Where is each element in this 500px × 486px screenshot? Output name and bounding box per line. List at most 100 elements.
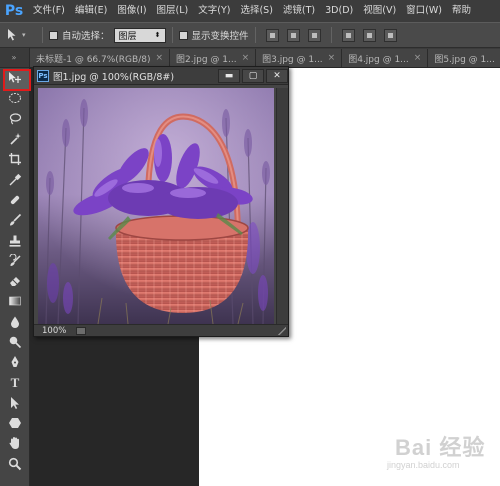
eraser-tool-icon [10, 277, 20, 287]
tab-image-4[interactable]: 图4.jpg @ 1... × [342, 49, 429, 67]
gradient-tool[interactable] [0, 291, 30, 311]
align-vcenter-icon[interactable] [286, 28, 300, 42]
marquee-tool-icon [9, 93, 21, 104]
tab-label: 图2.jpg @ 1... [176, 54, 237, 65]
minimize-button[interactable]: ▬ [218, 68, 240, 83]
options-bar: ▾ 自动选择： 图层 ⬍ 显示变换控件 [0, 22, 500, 48]
maximize-button[interactable]: ▢ [242, 68, 264, 83]
baidu-watermark: Bai 经验 jingyan.baidu.com [375, 430, 495, 480]
shape-tool[interactable] [0, 413, 30, 433]
tab-label: 图3.jpg @ 1... [262, 54, 323, 65]
align-left-icon[interactable] [341, 28, 355, 42]
quick-select-tool[interactable] [0, 129, 30, 149]
menu-filter[interactable]: 滤镜(T) [278, 0, 320, 22]
document-title: 图1.jpg @ 100%(RGB/8#) [53, 71, 175, 83]
auto-select-value: 图层 [118, 31, 137, 42]
marquee-tool[interactable] [0, 88, 30, 108]
menu-layer[interactable]: 图层(L) [152, 0, 194, 22]
menu-edit[interactable]: 编辑(E) [70, 0, 112, 22]
menu-window[interactable]: 窗口(W) [401, 0, 447, 22]
chevron-down-icon: ▾ [22, 31, 26, 39]
move-tool[interactable] [0, 68, 31, 92]
pen-tool[interactable] [0, 352, 30, 372]
align-right-icon[interactable] [383, 28, 397, 42]
document-titlebar[interactable]: Ps 图1.jpg @ 100%(RGB/8#) ▬ ▢ ✕ [34, 67, 288, 85]
separator [330, 27, 332, 43]
zoom-tool[interactable] [0, 454, 30, 474]
menu-image[interactable]: 图像(I) [112, 0, 151, 22]
dropdown-arrows-icon: ⬍ [154, 31, 161, 39]
blur-tool[interactable] [0, 312, 30, 332]
menu-type[interactable]: 文字(Y) [193, 0, 235, 22]
zoom-level[interactable]: 100% [42, 326, 66, 336]
path-select-tool[interactable] [0, 393, 30, 413]
show-transform-label: 显示变换控件 [191, 31, 249, 42]
close-icon[interactable]: × [414, 53, 422, 63]
align-top-icon[interactable] [265, 28, 279, 42]
quick-select-tool-icon [10, 133, 21, 145]
tab-image-3[interactable]: 图3.jpg @ 1... × [256, 49, 343, 67]
lavender-basket-image[interactable] [38, 88, 274, 324]
crop-tool-icon [9, 153, 21, 166]
tab-label: 图4.jpg @ 1... [348, 54, 409, 65]
move-tool-icon [9, 72, 21, 84]
close-icon[interactable]: × [155, 53, 163, 63]
close-button[interactable]: ✕ [266, 68, 288, 83]
tool-preset-picker[interactable]: ▾ [6, 26, 36, 44]
app-logo: Ps [4, 3, 24, 19]
tab-image-2[interactable]: 图2.jpg @ 1... × [170, 49, 257, 67]
document-window[interactable]: Ps 图1.jpg @ 100%(RGB/8#) ▬ ▢ ✕ 100% [33, 66, 289, 337]
show-transform-checkbox[interactable] [178, 30, 188, 40]
resize-grip-icon[interactable] [278, 326, 286, 335]
history-brush-tool[interactable] [0, 251, 30, 271]
menu-view[interactable]: 视图(V) [358, 0, 401, 22]
brush-tool-icon [10, 214, 22, 226]
auto-select-dropdown[interactable]: 图层 ⬍ [113, 27, 166, 43]
lasso-tool[interactable] [0, 109, 30, 129]
brush-tool[interactable] [0, 210, 30, 230]
panel-collapse-handle[interactable]: » [0, 48, 29, 68]
healing-brush-tool-icon [10, 195, 20, 205]
lasso-tool-icon [9, 113, 22, 125]
separator [42, 27, 43, 43]
tab-untitled-1[interactable]: 未标题-1 @ 66.7%(RGB/8) × [30, 49, 171, 67]
dodge-tool[interactable] [0, 332, 30, 352]
menu-file[interactable]: 文件(F) [28, 0, 70, 22]
eyedropper-tool[interactable] [0, 169, 30, 189]
eyedropper-tool-icon [9, 173, 22, 186]
photoshop-doc-icon: Ps [37, 69, 49, 82]
tools-panel: » T [0, 48, 31, 486]
auto-select-checkbox[interactable] [49, 30, 58, 40]
clone-stamp-tool-icon [9, 235, 21, 247]
watermark-url: jingyan.baidu.com [387, 460, 460, 470]
info-menu-icon[interactable] [76, 326, 87, 335]
healing-brush-tool[interactable] [0, 190, 30, 210]
shape-tool-icon [9, 418, 21, 429]
pen-tool-icon [11, 356, 19, 368]
hand-tool[interactable] [0, 433, 30, 453]
dodge-tool-icon [9, 336, 22, 349]
hand-tool-icon [9, 437, 19, 450]
separator [171, 27, 173, 43]
vertical-scrollbar[interactable] [276, 88, 288, 324]
align-bottom-icon[interactable] [307, 28, 321, 42]
close-icon[interactable]: × [328, 53, 336, 63]
menu-help[interactable]: 帮助 [447, 0, 476, 22]
blur-tool-icon [11, 316, 19, 328]
photo-canvas [38, 88, 274, 324]
tab-image-5[interactable]: 图5.jpg @ 1...× [428, 49, 500, 67]
menu-select[interactable]: 选择(S) [235, 0, 277, 22]
eraser-tool[interactable] [0, 271, 30, 291]
menu-3d[interactable]: 3D(D) [320, 0, 358, 22]
clone-stamp-tool[interactable] [0, 230, 30, 250]
document-canvas[interactable] [288, 68, 500, 274]
history-brush-tool-icon [9, 253, 21, 266]
move-tool-icon [8, 29, 16, 41]
close-icon[interactable]: × [242, 53, 250, 63]
document-status-bar: 100% [34, 324, 288, 336]
type-tool[interactable]: T [0, 372, 30, 392]
watermark-logo: Bai 经验 [395, 435, 486, 460]
crop-tool[interactable] [0, 149, 30, 169]
align-hcenter-icon[interactable] [362, 28, 376, 42]
zoom-tool-icon [8, 457, 22, 470]
